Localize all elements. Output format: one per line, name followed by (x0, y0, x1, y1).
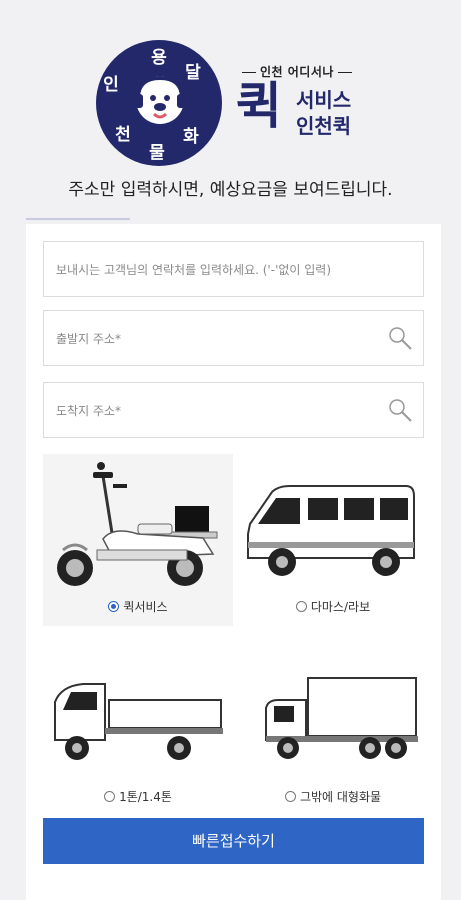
magnifier-icon[interactable] (387, 325, 413, 351)
small-truck-icon (54, 683, 223, 760)
brand-logo: 용 달 인 화 물 천 인천 어디서나 퀵 서비스 인천퀵 (0, 0, 461, 170)
logo-big-char: 퀵 (236, 77, 282, 135)
logo-service-text: 서비스 (296, 88, 352, 112)
vehicle-label: 퀵서비스 (123, 600, 168, 614)
mascot-icon (135, 75, 185, 124)
order-form-card: 보내시는 고객님의 연락처를 입력하세요. ('-'없이 입력) 출발지 주소*… (26, 224, 441, 900)
vehicle-label: 그밖에 대형화물 (299, 790, 382, 804)
vehicle-label: 1톤/1.4톤 (119, 790, 172, 804)
logo-city-text: 인천퀵 (296, 114, 352, 138)
radio-unselected-icon[interactable] (104, 791, 116, 802)
logo-char: 천 (115, 125, 131, 145)
vehicle-radio-row[interactable]: 다마스/라보 (238, 598, 428, 615)
vehicle-option-van[interactable]: 다마스/라보 (238, 454, 428, 626)
quick-submit-button[interactable]: 빠른접수하기 (43, 818, 424, 864)
origin-placeholder: 출발지 주소* (56, 332, 122, 346)
radio-selected-icon[interactable] (108, 601, 120, 612)
phone-input[interactable]: 보내시는 고객님의 연락처를 입력하세요. ('-'없이 입력) (43, 241, 424, 297)
logo-circle: 용 달 인 화 물 천 (96, 40, 222, 166)
logo-char: 인 (103, 75, 119, 95)
scooter-icon (57, 462, 218, 586)
vehicle-option-large[interactable]: 그밖에 대형화물 (238, 644, 428, 816)
page-headline: 주소만 입력하시면, 예상요금을 보여드립니다. (68, 180, 393, 200)
phone-placeholder: 보내시는 고객님의 연락처를 입력하세요. ('-'없이 입력) (56, 263, 332, 277)
box-truck-icon (265, 677, 418, 759)
van-icon (247, 485, 415, 576)
destination-address-input[interactable]: 도착지 주소* (43, 382, 424, 438)
logo-char: 물 (149, 143, 165, 163)
vehicle-radio-row[interactable]: 그밖에 대형화물 (238, 788, 428, 805)
vehicle-option-quick[interactable]: 퀵서비스 (43, 454, 233, 626)
destination-placeholder: 도착지 주소* (56, 404, 122, 418)
vehicle-label: 다마스/라보 (310, 600, 371, 614)
radio-unselected-icon[interactable] (295, 601, 307, 612)
radio-unselected-icon[interactable] (284, 791, 296, 802)
vehicle-radio-row[interactable]: 퀵서비스 (43, 598, 233, 615)
logo-char: 용 (151, 48, 167, 68)
vehicle-radio-row[interactable]: 1톤/1.4톤 (43, 788, 233, 805)
tab-indicator (26, 218, 130, 220)
magnifier-icon[interactable] (387, 397, 413, 423)
vehicle-option-1ton[interactable]: 1톤/1.4톤 (43, 644, 233, 816)
origin-address-input[interactable]: 출발지 주소* (43, 310, 424, 366)
